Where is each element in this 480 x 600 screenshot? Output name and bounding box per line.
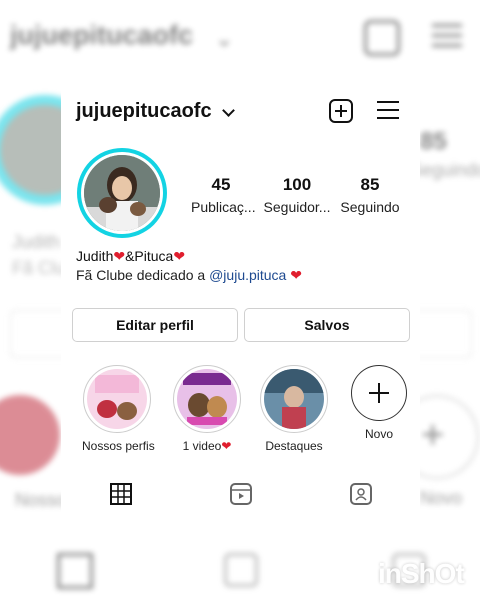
add-post-icon[interactable] (329, 99, 353, 123)
reels-icon[interactable] (230, 483, 252, 505)
highlight-nossos-perfis[interactable]: Nossos perfis (82, 365, 155, 453)
profile-card: jujuepitucaofc 45 Publicaç... 100 Seguid… (61, 84, 420, 516)
stat-posts-label: Publicaç... (191, 199, 256, 215)
highlight-label: Destaques (265, 439, 323, 453)
highlight-destaques[interactable]: Destaques (259, 365, 329, 453)
bio-name: Judith❤&Pituca❤ (76, 248, 185, 265)
bg-highlight (0, 395, 60, 475)
stat-following-value: 85 (360, 175, 380, 194)
add-highlight-icon[interactable] (351, 365, 407, 421)
avatar[interactable] (77, 148, 167, 238)
heart-icon: ❤ (113, 248, 126, 264)
highlight-1-video[interactable]: 1 video❤ (172, 365, 242, 453)
bio-mention-link[interactable]: @juju.pituca (209, 267, 286, 283)
highlight-label: 1 video❤ (182, 439, 232, 453)
bg-stat-label: Seguindo (410, 160, 480, 180)
highlight-cover (177, 369, 237, 429)
bg-menu-icon (432, 24, 462, 54)
stat-following[interactable]: 85 Seguindo (340, 175, 400, 215)
highlight-label: Nossos perfis (82, 439, 155, 453)
stat-following-label: Seguindo (340, 199, 400, 215)
bg-add-icon (364, 20, 400, 56)
bg-username: jujuepitucaofc (10, 20, 194, 50)
highlight-cover (264, 369, 324, 429)
heart-icon: ❤ (286, 267, 302, 283)
highlight-cover (87, 369, 147, 429)
bg-chevron-icon: ⌄ (215, 26, 234, 51)
stat-posts-value: 45 (211, 175, 231, 194)
heart-icon: ❤ (173, 248, 186, 264)
tagged-icon[interactable] (350, 483, 372, 505)
stat-followers[interactable]: 100 Seguidor... (262, 175, 332, 215)
highlight-label: Novo (364, 427, 393, 441)
stat-followers-value: 100 (282, 175, 312, 194)
bio-name-mid: &Pituca (125, 248, 174, 264)
bg-reels-icon (224, 553, 258, 587)
bio-name-text: Judith (76, 248, 114, 264)
username-title[interactable]: jujuepitucaofc (76, 100, 212, 123)
bg-new-label: Novo (420, 488, 463, 508)
menu-icon[interactable] (377, 101, 399, 121)
bg-stat-value: 85 (420, 128, 447, 155)
stat-followers-label: Seguidor... (263, 199, 331, 215)
edit-profile-button[interactable]: Editar perfil (72, 308, 238, 342)
bio-line: Fã Clube dedicado a (76, 267, 210, 283)
bio-description: Fã Clube dedicado a @juju.pituca ❤ (76, 267, 302, 284)
bg-grid-icon (57, 553, 93, 589)
chevron-down-icon[interactable] (222, 104, 235, 117)
highlight-new[interactable]: Novo (344, 365, 414, 441)
stat-posts[interactable]: 45 Publicaç... (191, 175, 256, 215)
bg-bio-name: Judith (12, 232, 61, 252)
grid-icon[interactable] (110, 483, 132, 505)
avatar-photo (84, 155, 160, 231)
inshot-watermark: inShOt (378, 558, 465, 589)
saved-button[interactable]: Salvos (244, 308, 410, 342)
heart-icon: ❤ (221, 439, 232, 453)
